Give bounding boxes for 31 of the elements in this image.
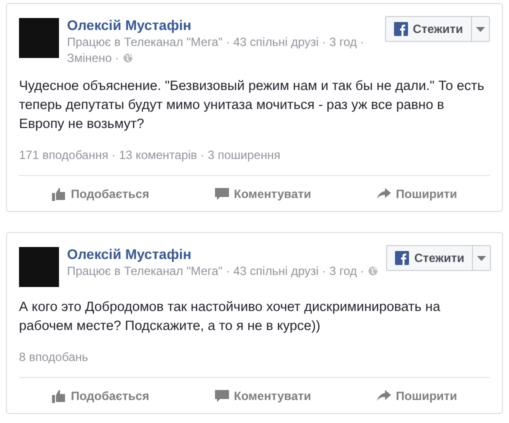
post-stats[interactable]: 8 вподобань [19, 349, 490, 365]
post-text: А кого это Добродомов так настойчиво хочет дискриминировать на рабочем месте? Подскажите, а то я не в курсе)) [19, 298, 442, 335]
share-button[interactable]: Поширити [372, 184, 462, 202]
comment-button[interactable]: Коментувати [210, 184, 316, 202]
speech-bubble-icon [214, 186, 229, 200]
post-meta: Працює в Телеканал "Мега" · 43 спільні друзі · 3 год · [67, 263, 364, 279]
facebook-logo-icon [394, 22, 408, 36]
thumbs-up-icon [52, 186, 66, 200]
author-name[interactable]: Олексій Мустафін [67, 16, 377, 34]
speech-bubble-icon [214, 388, 229, 402]
photo-placeholder [19, 247, 59, 287]
like-button[interactable]: Подобається [48, 184, 154, 202]
follow-button[interactable]: Стежити [387, 246, 472, 270]
globe-icon [368, 266, 378, 276]
share-arrow-icon [376, 390, 391, 402]
thumbs-up-icon [52, 388, 66, 402]
post-stats[interactable]: 171 вподобання · 13 коментарів · 3 поширення [19, 147, 490, 163]
share-button[interactable]: Поширити [372, 386, 462, 404]
post-meta: Змінено · [67, 50, 120, 66]
post-meta: Працює в Телеканал "Мега" · 43 спільні друзі · 3 год · [67, 34, 364, 50]
share-arrow-icon [376, 188, 391, 200]
comment-button[interactable]: Коментувати [210, 386, 316, 404]
photo-placeholder [19, 18, 59, 58]
post-text: Чудесное объяснение. "Безвизовый режим нам и так бы не дали." То есть теперь депутаты будут мимо унитаза мочиться - раз уж все равно в Европу не возьмут? [19, 77, 486, 133]
follow-button[interactable]: Стежити [386, 17, 471, 41]
author-name[interactable]: Олексій Мустафін [67, 245, 378, 263]
like-button[interactable]: Подобається [48, 386, 154, 404]
caret-icon [476, 26, 485, 32]
facebook-logo-icon [395, 251, 410, 265]
caret-icon [477, 256, 486, 260]
globe-icon [123, 53, 134, 63]
